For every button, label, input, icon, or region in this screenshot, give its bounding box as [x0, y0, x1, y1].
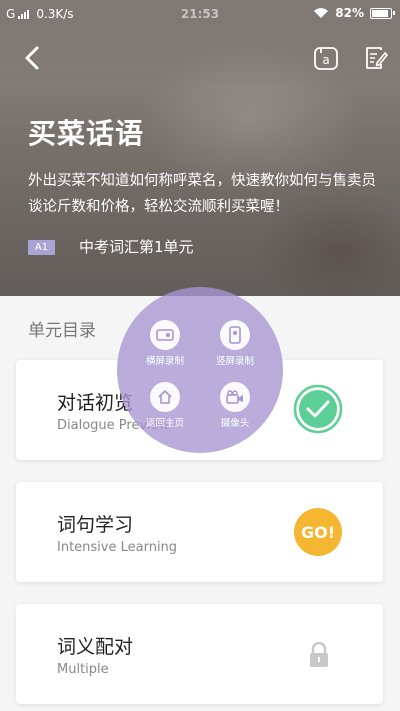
card-title: 词句学习: [57, 514, 134, 536]
lesson-description: 外出买菜不知道如何称呼菜名，快速教你如何与售卖员谈论斤数和价格，轻松交流顺利买菜…: [28, 173, 376, 215]
card-subtitle: Intensive Learning: [57, 540, 178, 555]
landscape-record-icon: [150, 320, 180, 350]
go-button-icon[interactable]: GO!: [293, 507, 343, 557]
check-complete-icon: [293, 384, 343, 434]
go-label: GO!: [301, 523, 335, 542]
card-title: 词义配对: [57, 636, 134, 658]
back-button[interactable]: [18, 44, 46, 72]
portrait-record-button[interactable]: 竖屏录制: [205, 320, 265, 367]
fm-label: 横屏录制: [145, 356, 184, 367]
wifi-icon: [314, 8, 329, 18]
fm-label: 竖屏录制: [215, 356, 254, 367]
edit-note-icon: [366, 47, 388, 69]
font-size-icon: a: [314, 47, 338, 70]
notes-button[interactable]: [362, 44, 390, 72]
intensive-learning-card[interactable]: 词句学习 Intensive Learning GO!: [16, 482, 383, 582]
status-right: 82%: [313, 6, 395, 20]
level-badge: A1: [28, 240, 55, 255]
battery-percent: 82%: [335, 6, 364, 20]
portrait-record-icon: [220, 320, 250, 350]
unit-catalog-heading: 单元目录: [28, 321, 96, 341]
multiple-card[interactable]: 词义配对 Multiple: [16, 604, 383, 704]
font-size-button[interactable]: a: [312, 44, 340, 72]
unit-label: 中考词汇第1单元: [79, 238, 194, 256]
fm-label: 摄像头: [220, 418, 250, 429]
floating-record-menu: 横屏录制 竖屏录制 返回主页 摄像头: [117, 287, 283, 453]
back-arrow-icon: [25, 46, 39, 70]
svg-text:a: a: [322, 53, 329, 67]
home-button[interactable]: 返回主页: [135, 382, 195, 429]
landscape-record-button[interactable]: 横屏录制: [135, 320, 195, 367]
home-icon: [150, 382, 180, 412]
card-subtitle: Multiple: [57, 662, 109, 677]
camera-button[interactable]: 摄像头: [205, 382, 265, 429]
status-bar: G 0.3K/s 21:53 82%: [0, 0, 400, 28]
lesson-title: 买菜话语: [28, 117, 145, 150]
fm-label: 返回主页: [145, 418, 184, 429]
lock-icon: [310, 642, 328, 667]
camera-icon: [220, 382, 250, 412]
battery-icon: [370, 7, 395, 19]
